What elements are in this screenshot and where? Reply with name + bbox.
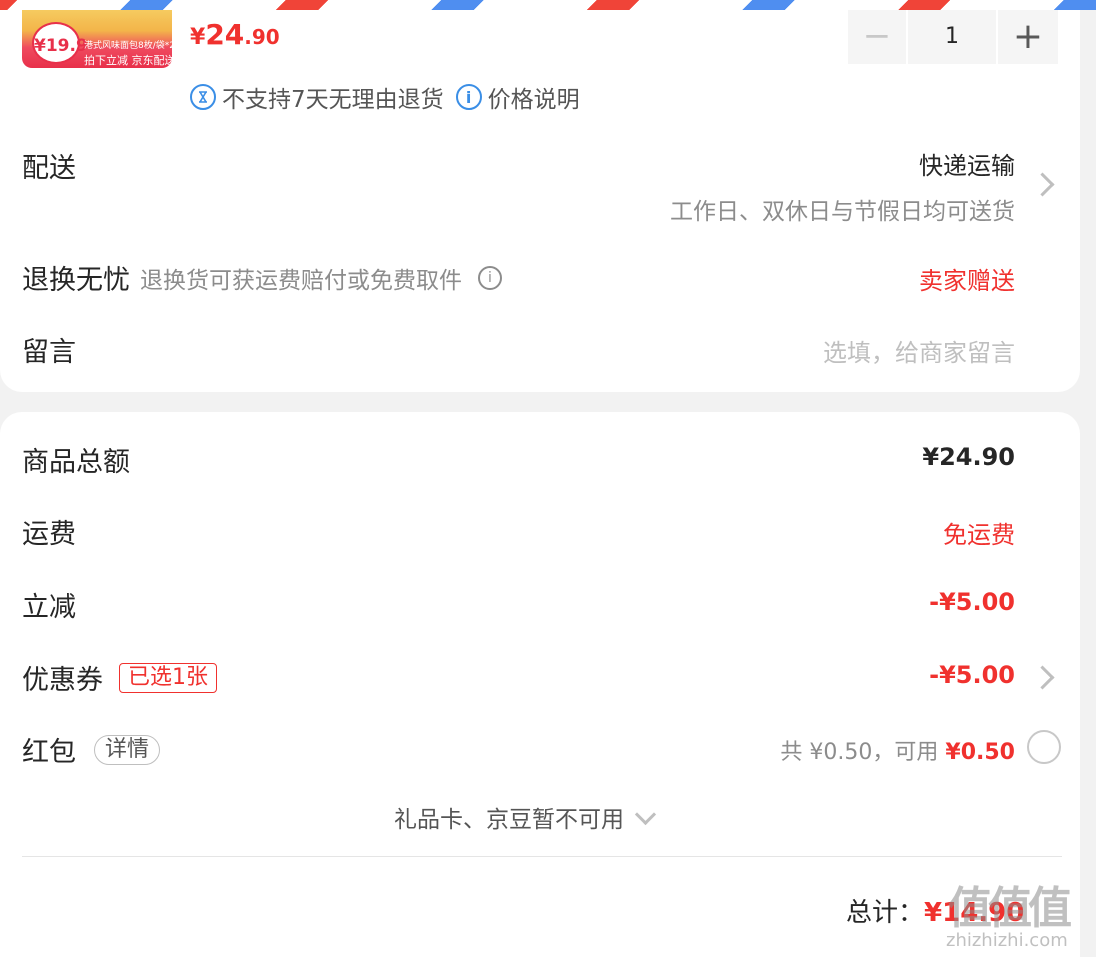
product-thumbnail[interactable]: ¥19.9 港式风味面包8枚/袋*2袋 拍下立减 京东配送	[22, 0, 172, 68]
redpacket-label: 红包	[22, 737, 76, 768]
coupon-value[interactable]: -¥5.00	[929, 661, 1015, 689]
no-return-text: 不支持7天无理由退货	[222, 87, 444, 113]
order-summary-card: 商品总额 ¥24.90 运费 免运费 立减 -¥5.00 优惠券 已选1张 -¥…	[0, 412, 1080, 957]
return-policy-row: 不支持7天无理由退货 i 价格说明	[190, 80, 580, 114]
giftcard-text: 礼品卡、京豆暂不可用	[394, 807, 624, 833]
redpacket-detail-button[interactable]: 详情	[94, 734, 161, 765]
delivery-chevron-icon[interactable]	[1030, 172, 1055, 197]
delivery-method[interactable]: 快递运输	[919, 146, 1015, 181]
thumb-price-badge: ¥19.9	[32, 22, 88, 64]
return-service-desc: 退换货可获运费赔付或免费取件	[140, 267, 462, 294]
delivery-time[interactable]: 工作日、双休日与节假日均可送货	[670, 192, 1015, 226]
redpacket-summary: 共 ¥0.50，可用 ¥0.50	[780, 734, 1015, 766]
price-info-link[interactable]: 价格说明	[488, 80, 580, 114]
coupon-chevron-icon[interactable]	[1030, 665, 1055, 690]
redpacket-total-text: 共 ¥0.50，可用	[780, 740, 939, 765]
coupon-selected-tag: 已选1张	[119, 662, 217, 693]
goods-total-label: 商品总额	[22, 447, 130, 478]
redpacket-radio[interactable]	[1027, 730, 1061, 764]
redpacket-usable-value: ¥0.50	[945, 740, 1015, 765]
redpacket-row: 红包 详情	[22, 730, 161, 769]
coupon-row[interactable]: 优惠券 已选1张	[22, 658, 217, 697]
thumb-caption-1: 港式风味面包8枚/袋*2袋	[84, 41, 172, 51]
watermark-domain: zhizhizhi.com	[946, 930, 1068, 951]
return-service-value: 卖家赠送	[919, 267, 1015, 295]
total-label: 总计：	[846, 898, 925, 928]
discount-label: 立减	[22, 592, 76, 623]
delivery-label: 配送	[22, 153, 76, 184]
thumb-caption-2: 拍下立减 京东配送	[84, 54, 172, 67]
shipping-value: 免运费	[943, 521, 1015, 549]
no-return-icon	[190, 84, 216, 110]
decrease-quantity-button[interactable]: −	[848, 8, 906, 64]
goods-total-value: ¥24.90	[922, 443, 1015, 471]
summary-divider	[22, 856, 1062, 857]
order-item-card: ¥19.9 港式风味面包8枚/袋*2袋 拍下立减 京东配送 ¥24.90 − 1…	[0, 0, 1080, 392]
quantity-stepper: − 1 +	[848, 8, 1058, 64]
airmail-stripe	[0, 0, 1096, 10]
giftcard-toggle[interactable]: 礼品卡、京豆暂不可用	[394, 800, 657, 834]
product-price: ¥24.90	[190, 18, 280, 51]
return-service-info-icon[interactable]: i	[478, 265, 502, 290]
return-service-row: 退换无忧 退换货可获运费赔付或免费取件 i	[22, 258, 502, 297]
watermark-logo: 值值值	[948, 883, 1072, 934]
return-service-label: 退换无忧	[22, 265, 130, 296]
info-icon[interactable]: i	[455, 84, 482, 110]
discount-value: -¥5.00	[929, 588, 1015, 616]
shipping-label: 运费	[22, 519, 76, 550]
chevron-down-icon	[634, 803, 657, 825]
message-input[interactable]: 选填，给商家留言	[823, 333, 1015, 368]
coupon-label: 优惠券	[22, 665, 103, 696]
increase-quantity-button[interactable]: +	[998, 8, 1058, 64]
quantity-value[interactable]: 1	[908, 8, 996, 64]
message-label: 留言	[22, 337, 76, 368]
